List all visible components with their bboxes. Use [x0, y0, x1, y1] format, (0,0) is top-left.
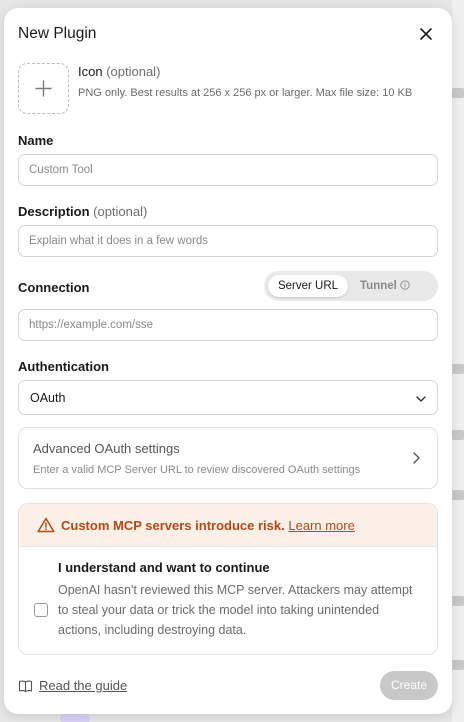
authentication-value: OAuth	[30, 391, 66, 405]
connection-label: Connection	[18, 280, 90, 295]
name-label: Name	[18, 133, 54, 148]
description-input[interactable]	[19, 226, 437, 256]
warning-icon	[37, 517, 55, 533]
read-guide-text: Read the guide	[39, 678, 128, 693]
description-optional-text: (optional)	[93, 204, 148, 219]
advanced-oauth-subtitle: Enter a valid MCP Server URL to review d…	[33, 464, 361, 476]
description-field-wrapper	[18, 225, 438, 257]
close-button[interactable]	[417, 25, 435, 43]
server-url-input[interactable]	[19, 310, 437, 340]
background-element	[60, 714, 90, 722]
plus-icon	[35, 80, 52, 97]
icon-label-text: Icon	[78, 64, 103, 79]
server-url-option[interactable]: Server URL	[268, 275, 348, 297]
background-page	[452, 0, 464, 722]
tunnel-option-label: Tunnel	[360, 280, 397, 292]
authentication-select[interactable]: OAuth	[18, 380, 438, 415]
connection-toggle: Server URL Tunnel	[264, 271, 438, 301]
risk-panel: Custom MCP servers introduce risk. Learn…	[18, 503, 438, 655]
icon-upload-button[interactable]	[18, 63, 69, 114]
consent-title: I understand and want to continue	[58, 560, 270, 575]
consent-description: OpenAI hasn't reviewed this MCP server. …	[58, 583, 413, 637]
server-url-field-wrapper	[18, 309, 438, 341]
risk-warning-text: Custom MCP servers introduce risk.	[61, 518, 285, 533]
risk-warning: Custom MCP servers introduce risk. Learn…	[19, 504, 437, 547]
tunnel-option[interactable]: Tunnel	[360, 275, 434, 297]
learn-more-link[interactable]: Learn more	[288, 518, 354, 533]
new-plugin-dialog: New Plugin Icon (optional) PNG only. Bes…	[4, 8, 452, 714]
name-field-wrapper	[18, 154, 438, 186]
authentication-label: Authentication	[18, 359, 109, 374]
info-icon	[400, 280, 410, 290]
description-label: Description (optional)	[18, 204, 147, 219]
create-button[interactable]: Create	[380, 671, 438, 700]
name-input[interactable]	[19, 155, 437, 185]
book-icon	[18, 680, 33, 693]
close-icon	[420, 28, 432, 40]
consent-checkbox[interactable]	[34, 603, 48, 617]
chevron-down-icon	[416, 396, 426, 402]
icon-description: PNG only. Best results at 256 x 256 px o…	[78, 87, 413, 99]
description-label-text: Description	[18, 204, 90, 219]
icon-optional-text: (optional)	[106, 64, 161, 79]
advanced-oauth-title: Advanced OAuth settings	[33, 441, 180, 456]
icon-label: Icon (optional)	[78, 64, 160, 79]
dialog-title: New Plugin	[18, 25, 97, 42]
advanced-oauth-settings[interactable]: Advanced OAuth settings Enter a valid MC…	[18, 427, 438, 489]
risk-message: Custom MCP servers introduce risk. Learn…	[61, 518, 355, 533]
chevron-right-icon	[413, 452, 420, 464]
